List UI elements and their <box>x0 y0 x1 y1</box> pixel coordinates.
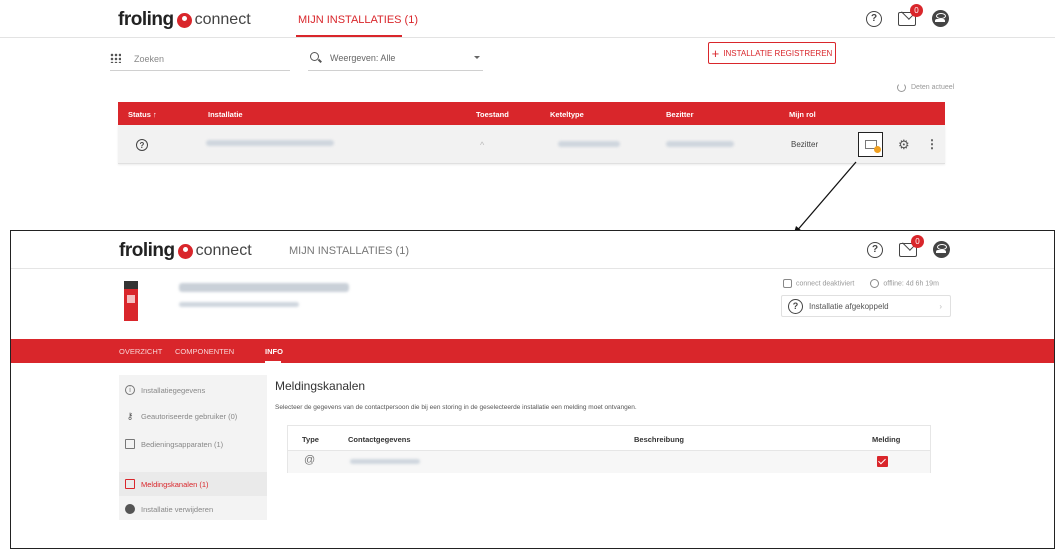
column-type: Type <box>302 435 319 444</box>
boiler-image <box>124 281 138 321</box>
page-description: Selecteer de gegevens van de contactpers… <box>275 404 637 411</box>
blurred-contact-email <box>350 459 420 464</box>
blurred-installation-title <box>179 283 349 292</box>
connection-status: connect deaktiviert offline: 4d 6h 19m <box>783 279 939 288</box>
tab-active-indicator <box>265 361 281 363</box>
device-icon <box>125 439 135 449</box>
sidebar-item-installation-data[interactable]: i Installatiegegevens <box>125 383 205 397</box>
clock-icon <box>870 279 880 288</box>
email-type-icon: @ <box>304 454 316 466</box>
installation-tabs: OVERZICHT COMPONENTEN INFO <box>11 339 1054 363</box>
sidebar-item-authorized-users[interactable]: ⚷ Geautoriseerde gebruiker (0) <box>125 409 238 423</box>
tab-overview[interactable]: OVERZICHT <box>119 347 162 356</box>
mail-badge: 0 <box>911 234 924 248</box>
header-icons: ? 0 <box>867 234 950 258</box>
info-icon: i <box>125 385 135 395</box>
sidebar-item-control-devices[interactable]: Bedieningsapparaten (1) <box>125 437 223 451</box>
installation-disconnected-status[interactable]: ? Installatie afgekoppeld › <box>781 295 951 317</box>
mail-icon <box>125 479 135 489</box>
sidebar-item-notification-channels[interactable]: Meldingskanalen (1) <box>125 477 209 491</box>
logo-dot-icon <box>177 243 193 259</box>
delete-icon <box>125 504 135 514</box>
connect-status: connect deaktiviert <box>783 279 854 288</box>
tab-info[interactable]: INFO <box>265 347 283 356</box>
column-description: Beschreibung <box>634 435 685 444</box>
top-header-bar: froling connect MIJN INSTALLATIES (1) ? … <box>11 231 1054 269</box>
key-icon: ⚷ <box>126 410 134 421</box>
arrow-line <box>794 161 857 234</box>
info-sidebar: i Installatiegegevens ⚷ Geautoriseerde g… <box>119 375 267 520</box>
blurred-installation-address <box>179 302 299 307</box>
page-title: Meldingskanalen <box>275 379 366 393</box>
offline-status: offline: 4d 6h 19m <box>870 279 939 288</box>
installation-info-screen: froling connect MIJN INSTALLATIES (1) ? … <box>10 230 1055 549</box>
installation-hero: connect deaktiviert offline: 4d 6h 19m ?… <box>11 269 1054 339</box>
nav-my-installations[interactable]: MIJN INSTALLATIES (1) <box>289 245 409 257</box>
mail-icon[interactable]: 0 <box>899 234 924 257</box>
sidebar-item-delete-installation[interactable]: Installatie verwijderen <box>125 502 213 516</box>
column-contact: Contactgegevens <box>348 435 411 444</box>
help-icon: ? <box>788 298 803 314</box>
disconnect-label: Installatie afgekoppeld <box>809 301 889 311</box>
column-notification: Melding <box>872 435 901 444</box>
help-icon[interactable]: ? <box>867 241 883 258</box>
notification-channels-table: Type Contactgegevens Beschreibung Meldin… <box>287 425 931 473</box>
connect-icon <box>783 279 792 288</box>
account-icon[interactable] <box>933 241 950 258</box>
notification-checkbox[interactable] <box>877 456 888 467</box>
froling-connect-logo[interactable]: froling connect <box>119 240 252 261</box>
chevron-right-icon: › <box>939 301 942 311</box>
tab-components[interactable]: COMPONENTEN <box>175 347 234 356</box>
